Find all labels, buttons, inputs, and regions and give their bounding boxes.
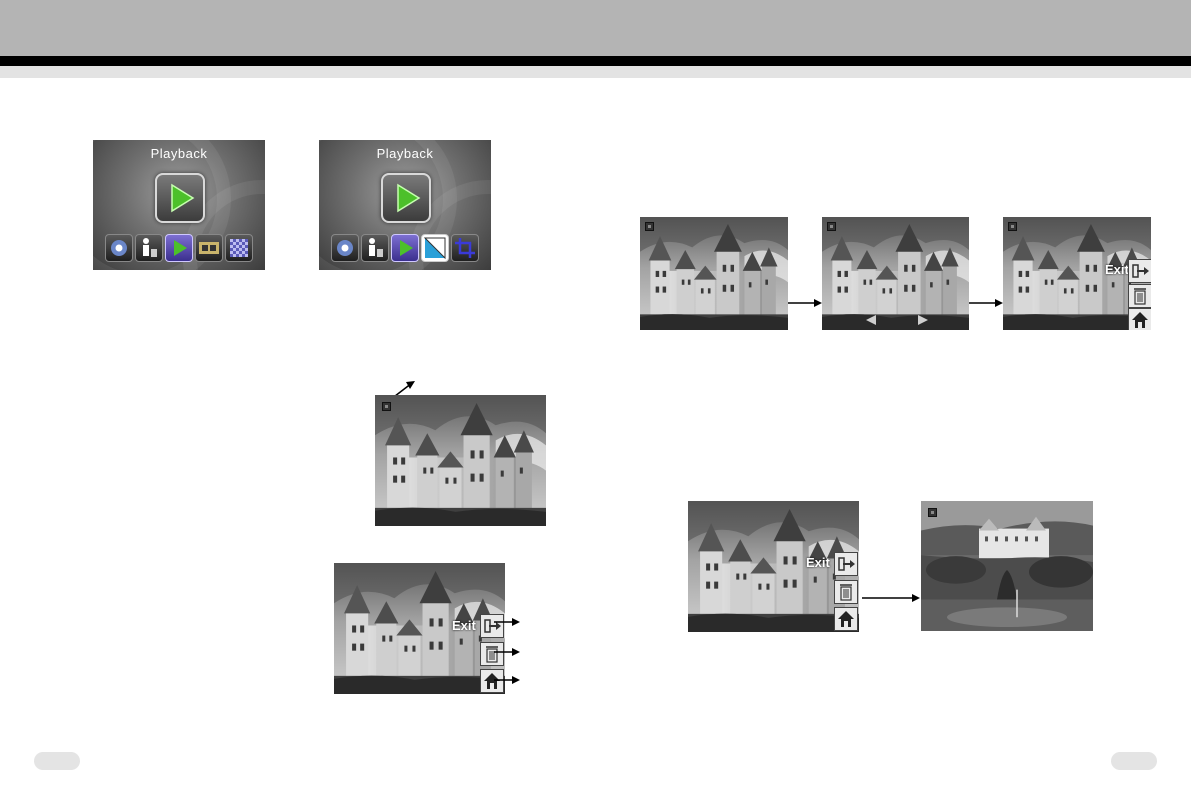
person-trash-icon[interactable]	[361, 234, 389, 262]
exit-label: Exit	[1105, 262, 1129, 277]
castle-photo-exit-menu: Exit	[334, 563, 505, 694]
arrow-icon	[494, 648, 520, 656]
play-button[interactable]	[155, 173, 205, 223]
photo-indicator-icon	[827, 222, 836, 231]
delete-icon[interactable]	[834, 580, 858, 604]
header-band	[0, 0, 1191, 56]
castle-photo-2	[822, 217, 969, 330]
castle-photo-1	[640, 217, 788, 330]
camera-icon[interactable]	[105, 234, 133, 262]
photo-indicator-icon	[928, 508, 937, 517]
arrow-icon	[788, 299, 822, 307]
exit-icon[interactable]	[834, 552, 858, 576]
playback-menu-screen-2: Playback	[319, 140, 491, 270]
delete-icon[interactable]	[1128, 284, 1151, 308]
exit-label: Exit	[452, 618, 476, 633]
header-underline	[0, 66, 1191, 78]
photo-indicator-icon	[1008, 222, 1017, 231]
playback-menu-screen-1: Playback	[93, 140, 265, 270]
castle-photo-menu: Exit	[688, 501, 859, 632]
rotate-icon[interactable]	[421, 234, 449, 262]
photo-indicator-icon	[382, 402, 391, 411]
mosaic-icon[interactable]	[225, 234, 253, 262]
person-trash-icon[interactable]	[135, 234, 163, 262]
play-button[interactable]	[381, 173, 431, 223]
crop-icon[interactable]	[451, 234, 479, 262]
film-strip-icon[interactable]	[195, 234, 223, 262]
arrow-icon	[969, 299, 1003, 307]
page-number-pill-right	[1111, 752, 1157, 770]
arrow-icon	[494, 676, 520, 684]
home-icon[interactable]	[1128, 308, 1151, 330]
arrow-icon	[494, 618, 520, 626]
page-number-pill-left	[34, 752, 80, 770]
castle-photo-indicator	[375, 395, 546, 526]
castle-photo-3: Exit	[1003, 217, 1151, 330]
playback-controls	[866, 315, 928, 325]
menu-title: Playback	[150, 146, 208, 161]
garden-photo	[921, 501, 1093, 631]
camera-icon[interactable]	[331, 234, 359, 262]
menu-title: Playback	[376, 146, 434, 161]
play-icon[interactable]	[165, 234, 193, 262]
exit-label: Exit	[806, 555, 830, 570]
home-icon[interactable]	[834, 607, 858, 631]
play-icon[interactable]	[391, 234, 419, 262]
arrow-icon	[862, 594, 920, 602]
photo-indicator-icon	[645, 222, 654, 231]
header-rule	[0, 56, 1191, 66]
exit-icon[interactable]	[1128, 259, 1151, 283]
